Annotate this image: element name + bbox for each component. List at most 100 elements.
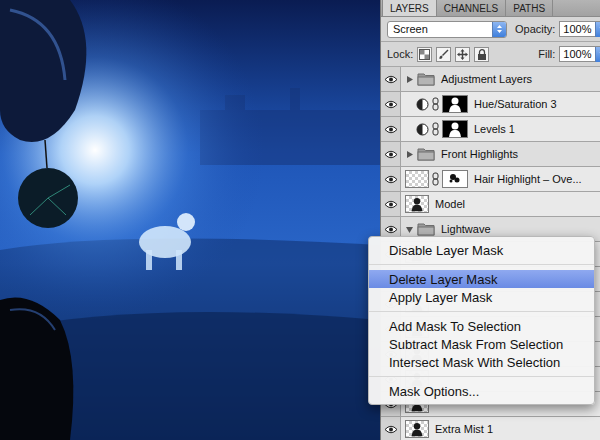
layer-content: Adjustment Layers xyxy=(401,72,600,86)
lock-row: Lock:Fill:100% xyxy=(381,42,600,67)
visibility-toggle[interactable] xyxy=(381,67,401,91)
layer-name: Levels 1 xyxy=(471,123,515,135)
menu-separator xyxy=(369,264,594,265)
chain-icon[interactable] xyxy=(432,97,439,111)
layer-name: Model xyxy=(432,198,465,210)
menu-item[interactable]: Add Mask To Selection xyxy=(369,317,594,335)
mask-shape-icon xyxy=(443,121,467,137)
mask-shape-icon xyxy=(443,96,467,112)
mask-thumbnail[interactable] xyxy=(442,120,468,138)
layer-thumbnail[interactable] xyxy=(405,170,429,188)
visibility-toggle[interactable] xyxy=(381,417,401,440)
tab-bar: LAYERSCHANNELSPATHS xyxy=(381,0,600,17)
visibility-toggle[interactable] xyxy=(381,192,401,216)
adjustment-icon xyxy=(416,123,429,136)
mask-thumbnail[interactable] xyxy=(442,95,468,113)
layer-content: Front Highlights xyxy=(401,147,600,161)
visibility-toggle[interactable] xyxy=(381,142,401,166)
collapsed-triangle-icon[interactable] xyxy=(405,75,414,84)
folder-icon xyxy=(417,72,435,86)
photoshop-screen: LAYERSCHANNELSPATHSScreenOpacity:100%Loc… xyxy=(0,0,600,440)
context-menu: Disable Layer Mask Delete Layer MaskApply… xyxy=(368,236,595,405)
layer-name: Hue/Saturation 3 xyxy=(471,98,557,110)
layer-name: Extra Mist 1 xyxy=(432,423,493,435)
visibility-toggle[interactable] xyxy=(381,92,401,116)
artwork-canvas xyxy=(0,0,380,440)
fill-arrow[interactable] xyxy=(595,47,600,62)
menu-item[interactable]: Apply Layer Mask xyxy=(369,288,594,306)
lock-all-button[interactable] xyxy=(474,47,489,62)
select-arrow xyxy=(492,22,506,37)
blend-row: Screen Opacity: 100% xyxy=(381,17,600,42)
mask-shape-icon xyxy=(406,421,428,437)
opacity-value: 100% xyxy=(560,23,594,35)
layer-content: Hue/Saturation 3 xyxy=(401,95,600,113)
opacity-field[interactable]: 100% xyxy=(559,21,600,37)
visibility-toggle[interactable] xyxy=(381,167,401,191)
eye-icon xyxy=(384,125,398,134)
panel-tab[interactable]: LAYERS xyxy=(382,0,437,16)
layer-row[interactable]: Model xyxy=(381,192,600,217)
lock-label: Lock: xyxy=(387,48,413,60)
eye-icon xyxy=(384,200,398,209)
layer-thumbnail[interactable] xyxy=(405,420,429,438)
opacity-label: Opacity: xyxy=(515,23,555,35)
eye-icon xyxy=(384,150,398,159)
collapsed-triangle-icon[interactable] xyxy=(405,150,414,159)
eye-icon xyxy=(384,425,398,434)
fill-value: 100% xyxy=(560,48,594,60)
chain-icon[interactable] xyxy=(432,122,439,136)
adjustment-icon xyxy=(416,98,429,111)
up-down-arrow-icon xyxy=(496,24,503,34)
folder-icon xyxy=(417,147,435,161)
chain-icon[interactable] xyxy=(432,172,439,186)
eye-icon xyxy=(384,100,398,109)
visibility-toggle[interactable] xyxy=(381,117,401,141)
brush-icon xyxy=(438,49,449,60)
layer-name: Lightwave xyxy=(438,223,491,235)
layer-thumbnail[interactable] xyxy=(405,195,429,213)
layer-name: Hair Highlight – Ove... xyxy=(471,173,582,185)
layer-content: Levels 1 xyxy=(401,120,600,138)
folder-icon xyxy=(417,222,435,236)
layer-content: Lightwave xyxy=(401,222,600,236)
menu-separator xyxy=(369,376,594,377)
panel-tab[interactable]: PATHS xyxy=(506,0,553,16)
lock-transparency-icon xyxy=(419,49,430,60)
menu-item[interactable]: Mask Options... xyxy=(369,382,594,400)
eye-icon xyxy=(384,175,398,184)
menu-item[interactable]: Delete Layer Mask xyxy=(369,270,594,288)
adjustment-slot xyxy=(405,95,429,113)
opacity-arrow[interactable] xyxy=(595,22,600,37)
down-arrow-icon xyxy=(599,26,600,32)
layer-name: Front Highlights xyxy=(438,148,518,160)
menu-item[interactable]: Disable Layer Mask xyxy=(369,241,594,259)
lock-pixels-button[interactable] xyxy=(436,47,451,62)
mask-shape-icon xyxy=(406,196,428,212)
fill-field[interactable]: 100% xyxy=(559,46,600,62)
layer-row[interactable]: Adjustment Layers xyxy=(381,67,600,92)
eye-icon xyxy=(384,225,398,234)
layer-content: Hair Highlight – Ove... xyxy=(401,170,600,188)
lock-transparency-button[interactable] xyxy=(417,47,432,62)
layer-row[interactable]: Levels 1 xyxy=(381,117,600,142)
layer-content: Extra Mist 1 xyxy=(401,420,600,438)
layer-row[interactable]: Extra Mist 1 xyxy=(381,417,600,440)
eye-icon xyxy=(384,75,398,84)
menu-item[interactable]: Intersect Mask With Selection xyxy=(369,353,594,371)
menu-item[interactable]: Subtract Mask From Selection xyxy=(369,335,594,353)
layer-row[interactable]: Hue/Saturation 3 xyxy=(381,92,600,117)
layer-row[interactable]: Front Highlights xyxy=(381,142,600,167)
blend-mode-select[interactable]: Screen xyxy=(387,21,507,38)
layer-content: Model xyxy=(401,195,600,213)
down-arrow-icon xyxy=(599,51,600,57)
menu-separator xyxy=(369,311,594,312)
lock-position-button[interactable] xyxy=(455,47,470,62)
mask-thumbnail[interactable] xyxy=(442,170,468,188)
layer-row[interactable]: Hair Highlight – Ove... xyxy=(381,167,600,192)
blend-mode-value: Screen xyxy=(388,23,492,35)
panel-tab[interactable]: CHANNELS xyxy=(437,0,506,16)
expanded-triangle-icon[interactable] xyxy=(405,225,414,234)
artwork xyxy=(0,0,380,440)
adjustment-slot xyxy=(405,120,429,138)
